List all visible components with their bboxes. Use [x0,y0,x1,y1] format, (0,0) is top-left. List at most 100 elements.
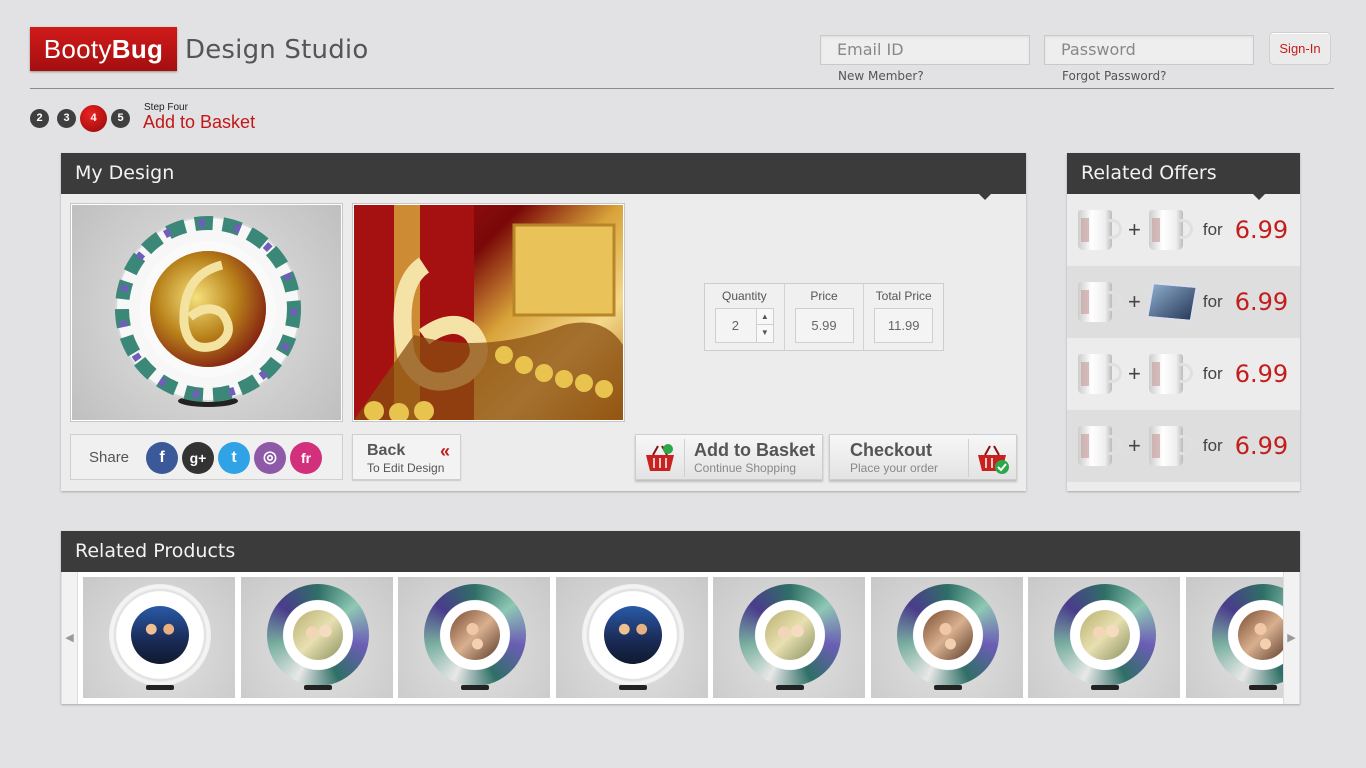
plate-image [1054,584,1156,686]
step-2[interactable]: 2 [30,109,49,128]
mug-image [1078,426,1124,466]
google-plus-icon[interactable]: g+ [182,442,214,474]
back-to-edit-button[interactable]: Back To Edit Design « [352,434,461,480]
total-price-column: Total Price 11.99 [864,284,943,350]
plate-photo [292,610,343,660]
offer-item[interactable]: + for 6.99 [1067,338,1300,410]
new-member-link[interactable]: New Member? [838,69,924,83]
mug-image [1148,210,1195,250]
product-thumbnail[interactable] [555,577,708,698]
plate-image [1211,584,1283,686]
basket-add-icon [646,444,674,471]
product-thumbnail[interactable] [713,577,865,698]
facebook-icon[interactable]: f [146,442,178,474]
back-label: Back [367,442,406,459]
plate-stand [618,685,647,690]
plate-preview-image[interactable] [70,203,343,422]
related-products-panel: Related Products ◀ ▶ [61,531,1300,704]
password-field[interactable]: Password [1044,35,1254,65]
header-notch [979,194,991,200]
quantity-value[interactable]: 2 [732,318,739,333]
quantity-column: Quantity 2 ▲ ▼ [705,284,785,350]
twitter-icon[interactable]: t [218,442,250,474]
step-4-active[interactable]: 4 [80,105,107,132]
price-label: Price [810,289,838,303]
total-price-value: 11.99 [874,308,934,343]
product-thumbnail[interactable] [870,577,1023,698]
plate-photo [450,610,500,660]
plate-preview-graphic [115,216,301,407]
my-design-title: My Design [75,162,175,184]
product-thumbnail[interactable] [1185,577,1283,698]
brand-logo[interactable]: BootyBug [30,27,177,71]
plate-photo [603,606,662,664]
offer-for-label: for [1202,220,1223,239]
scroll-right-icon[interactable]: ▶ [1283,572,1300,704]
plate-image [896,584,999,686]
price-value: 5.99 [794,308,854,343]
plate-image [266,584,369,686]
product-thumbnail[interactable] [1028,577,1180,698]
continue-shopping-label: Continue Shopping [694,461,797,475]
product-thumbnail[interactable] [240,577,393,698]
add-to-basket-button[interactable]: Add to Basket Continue Shopping [635,434,823,480]
plate-photo [922,610,973,660]
sign-in-button[interactable]: Sign-In [1269,32,1331,65]
offer-price: 6.99 [1234,432,1289,460]
offer-item[interactable]: + for 6.99 [1067,266,1300,338]
checkout-label: Checkout [850,440,933,460]
design-artwork-image[interactable] [352,203,625,422]
scroll-left-icon[interactable]: ◀ [61,572,78,704]
formspring-icon[interactable]: fr [290,442,322,474]
plus-icon: + [1128,217,1141,242]
my-design-header: My Design [61,153,1026,200]
brand-logo-light: Booty [43,34,112,64]
offer-price: 6.99 [1234,360,1289,388]
plate-stand [303,685,332,690]
my-design-panel: My Design Quantity 2 ▲ ▼ Price 5.99 Tota… [61,153,1026,491]
picasa-icon[interactable]: ◎ [254,442,286,474]
mug-image [1078,282,1124,322]
plus-icon: + [1128,433,1141,458]
plate-stand [1091,685,1119,690]
checkout-button[interactable]: Checkout Place your order [829,434,1017,480]
pricing-box: Quantity 2 ▲ ▼ Price 5.99 Total Price 11… [704,283,944,351]
mug-image [1148,426,1195,466]
related-offers-panel: Related Offers + for 6.99 + for 6.99 + f… [1067,153,1300,491]
app-subtitle: Design Studio [185,35,369,65]
quantity-stepper-buttons: ▲ ▼ [755,308,774,343]
brand-logo-bold: Bug [111,34,164,64]
share-bar: Share f g+ t ◎ fr [70,434,343,480]
plate-stand [146,685,174,690]
offer-for-label: for [1202,292,1223,311]
plate-image [109,584,211,686]
plate-photo [1237,610,1283,660]
offer-item[interactable]: + for 6.99 [1067,410,1300,482]
plus-icon: + [1128,361,1141,386]
plate-stand [776,685,804,690]
decrement-icon[interactable]: ▼ [757,325,773,341]
price-column: Price 5.99 [785,284,865,350]
offer-item[interactable]: + for 6.99 [1067,194,1300,266]
quantity-stepper[interactable]: 2 ▲ ▼ [714,308,774,343]
offer-price: 6.99 [1234,216,1289,244]
plate-image [739,584,841,686]
email-field[interactable]: Email ID [820,35,1030,65]
forgot-password-link[interactable]: Forgot Password? [1062,69,1166,83]
related-products-carousel [78,572,1283,704]
product-thumbnail[interactable] [83,577,235,698]
related-products-header: Related Products [61,531,1300,572]
share-label: Share [89,449,130,466]
place-order-label: Place your order [850,461,939,475]
step-3[interactable]: 3 [57,109,76,128]
plate-photo [1080,610,1130,660]
total-price-label: Total Price [875,289,932,303]
offer-for-label: for [1202,364,1223,383]
step-title: Add to Basket [143,112,256,132]
product-thumbnail[interactable] [398,577,550,698]
increment-icon[interactable]: ▲ [756,309,773,325]
quantity-label: Quantity [721,289,767,303]
plate-photo [131,606,189,664]
step-5[interactable]: 5 [111,109,130,128]
mug-image [1148,354,1195,394]
